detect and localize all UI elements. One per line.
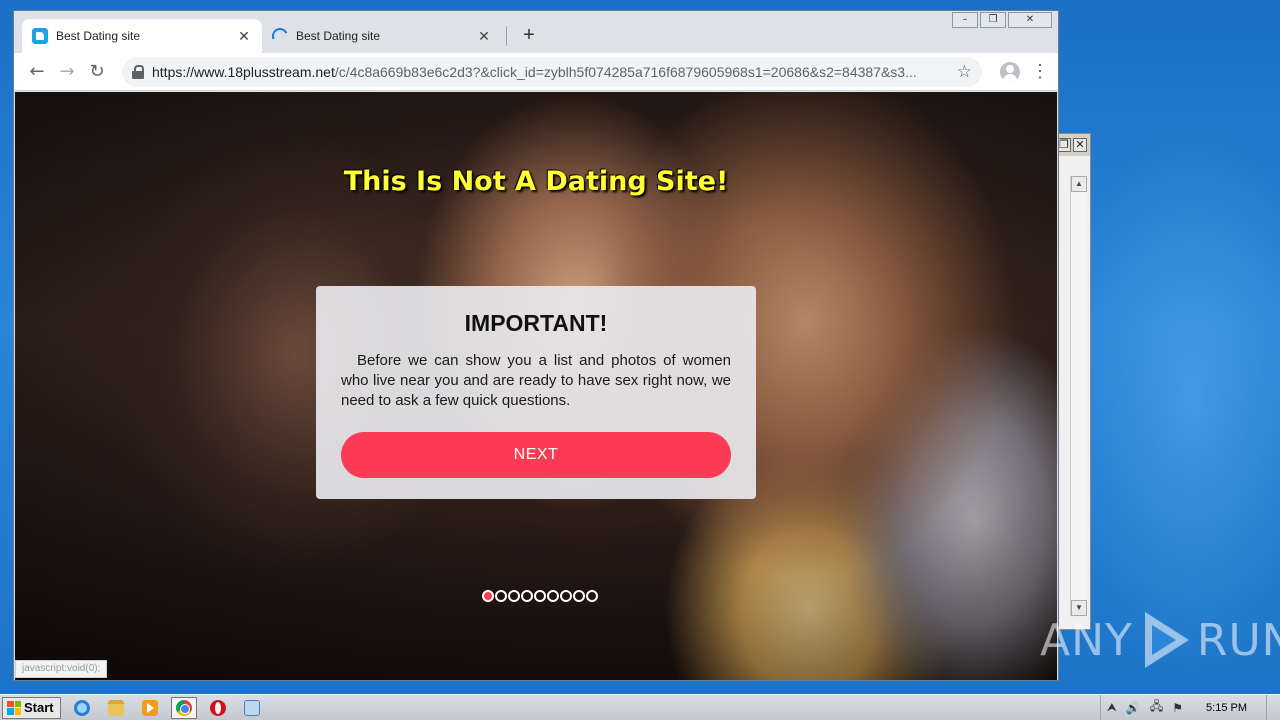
taskbar-notepad[interactable] [239,697,265,719]
lock-icon[interactable] [132,64,144,79]
windows-logo-icon [7,700,21,715]
tray-expand-icon[interactable]: ⮝ [1107,700,1117,715]
taskbar: Start ⮝ 🔊 🖧 ⚑ 5:15 PM [0,694,1280,720]
bookmark-star-icon[interactable]: ☆ [957,62,972,82]
url-host: https://www.18plusstream.net [152,63,335,80]
progress-dot [521,590,533,602]
close-button[interactable]: ✕ [1073,138,1087,152]
taskbar-media-player[interactable] [137,697,163,719]
taskbar-file-explorer[interactable] [103,697,129,719]
address-bar[interactable]: https://www.18plusstream.net/c/4c8a669b8… [122,56,982,87]
reload-button[interactable]: ↻ [82,57,112,87]
background-window-titlebar: ❐ ✕ [1057,134,1090,156]
background-window: ❐ ✕ ▲ ▼ [1056,133,1091,630]
restore-button[interactable]: ❐ [1057,138,1071,152]
page-viewport: This Is Not A Dating Site! IMPORTANT! Be… [15,92,1057,680]
tab-strip: Best Dating site ✕ Best Dating site ✕ + [14,19,1058,53]
status-bubble: javascript:void(0); [15,660,108,678]
page-headline: This Is Not A Dating Site! [343,166,729,197]
dialog-title: IMPORTANT! [464,310,608,336]
tab-close-icon[interactable]: ✕ [476,28,492,45]
clock[interactable]: 5:15 PM [1206,702,1247,714]
action-center-flag-icon[interactable]: ⚑ [1172,701,1183,715]
url-text[interactable]: https://www.18plusstream.net/c/4c8a669b8… [152,64,951,80]
network-icon[interactable]: 🖧 [1150,697,1163,718]
tab-close-icon[interactable]: ✕ [236,28,252,45]
media-player-icon [141,699,158,716]
browser-toolbar: ← → ↻ https://www.18plusstream.net/c/4c8… [14,53,1058,91]
progress-dot [534,590,546,602]
url-path: /c/4c8a669b83e6c2d3?&click_id=zyblh5f074… [334,63,917,80]
back-button[interactable]: ← [22,57,52,87]
progress-dot [482,590,494,602]
browser-window: – ❐ ✕ Best Dating site ✕ Best Dating sit… [13,10,1059,681]
new-tab-button[interactable]: + [515,22,543,50]
site-favicon-icon [32,28,48,44]
tab-title: Best Dating site [56,29,141,43]
scroll-up-arrow-icon[interactable]: ▲ [1071,176,1087,192]
taskbar-opera[interactable] [205,697,231,719]
volume-icon[interactable]: 🔊 [1126,701,1141,715]
system-tray: ⮝ 🔊 🖧 ⚑ 5:15 PM [1099,694,1280,720]
file-explorer-icon [107,699,124,716]
loading-spinner-icon [269,25,291,47]
progress-dot [495,590,507,602]
chrome-icon [175,699,192,716]
start-label: Start [24,700,54,715]
opera-icon [209,699,226,716]
progress-dot [560,590,572,602]
progress-dot [573,590,585,602]
taskbar-internet-explorer[interactable] [69,697,95,719]
tab-title: Best Dating site [296,29,381,43]
taskbar-chrome[interactable] [170,696,197,719]
progress-dot [508,590,520,602]
next-button[interactable]: NEXT [341,432,731,478]
progress-dot [586,590,598,602]
tab-separator [506,26,507,46]
progress-dot [547,590,559,602]
show-desktop-button[interactable] [1266,694,1280,720]
browser-menu-icon[interactable]: ⋮ [1030,61,1050,82]
notepad-icon [243,699,260,716]
watermark-text-right: RUN [1196,614,1280,666]
dialog-message: Before we can show you a list and photos… [341,352,731,409]
tab-1[interactable]: Best Dating site ✕ [22,19,262,53]
profile-avatar-icon[interactable] [1000,61,1020,82]
forward-button[interactable]: → [52,57,82,87]
play-logo-icon [1139,612,1191,668]
start-button[interactable]: Start [2,696,61,719]
tab-2[interactable]: Best Dating site ✕ [262,19,502,53]
anyrun-watermark: ANY RUN [1040,612,1280,668]
vertical-scrollbar[interactable]: ▲ ▼ [1070,176,1087,616]
internet-explorer-icon [73,699,90,716]
watermark-text-left: ANY [1040,614,1133,666]
desktop-background [1060,120,1280,680]
important-dialog: IMPORTANT! Before we can show you a list… [316,286,756,499]
step-progress-dots [482,590,598,602]
